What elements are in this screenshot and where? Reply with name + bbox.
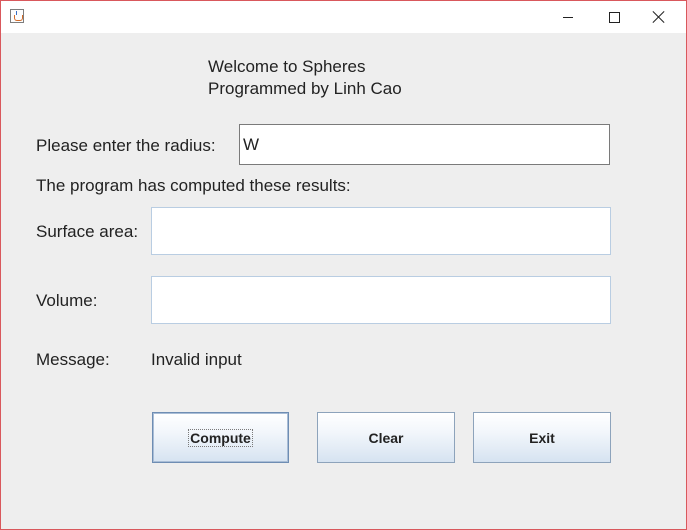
maximize-button[interactable]: [591, 1, 637, 33]
maximize-icon: [608, 11, 620, 23]
surface-area-field[interactable]: [151, 207, 611, 255]
compute-button-label: Compute: [188, 428, 253, 447]
welcome-text: Welcome to Spheres: [208, 57, 366, 76]
app-window: Welcome to Spheres Programmed by Linh Ca…: [0, 0, 687, 530]
compute-button[interactable]: Compute: [152, 412, 289, 463]
surface-area-label: Surface area:: [36, 222, 139, 241]
message-label: Message:: [36, 350, 110, 369]
title-bar: [1, 1, 686, 33]
close-button[interactable]: [636, 1, 682, 33]
message-value: Invalid input: [151, 350, 242, 369]
volume-label: Volume:: [36, 291, 98, 310]
minimize-button[interactable]: [545, 1, 591, 33]
close-icon: [653, 11, 665, 23]
author-text: Programmed by Linh Cao: [208, 79, 402, 98]
clear-button[interactable]: Clear: [317, 412, 455, 463]
results-caption: The program has computed these results:: [36, 176, 351, 195]
minimize-icon: [563, 16, 573, 18]
exit-button-label: Exit: [529, 429, 555, 446]
java-cup-icon[interactable]: [10, 9, 24, 23]
exit-button[interactable]: Exit: [473, 412, 611, 463]
radius-input[interactable]: [239, 124, 610, 165]
volume-field[interactable]: [151, 276, 611, 324]
radius-label: Please enter the radius:: [36, 136, 216, 155]
clear-button-label: Clear: [368, 429, 404, 446]
